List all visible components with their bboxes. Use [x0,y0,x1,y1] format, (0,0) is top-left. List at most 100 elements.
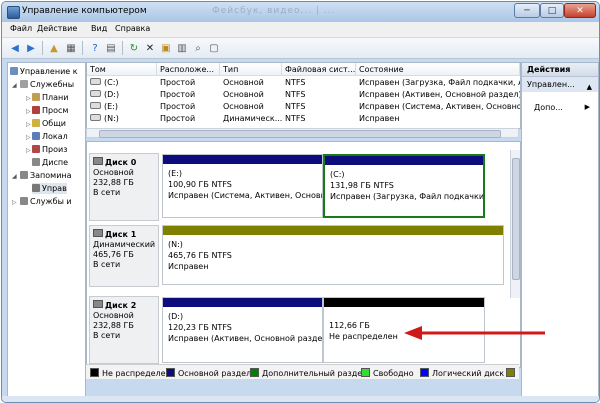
tree-item-storage[interactable]: Запомина [20,170,72,181]
partition-bar [324,298,484,307]
legend-item: Дополнительный раздел [250,368,367,378]
scrollbar-thumb[interactable] [99,130,501,138]
expand-icon[interactable]: ▷ [26,95,31,102]
drive-icon [90,114,101,121]
help-icon[interactable]: ? [88,41,102,55]
column-header-layout[interactable]: Расположе... [157,63,220,76]
partition-n[interactable]: (N:) 465,76 ГБ NTFS Исправен [162,225,504,285]
disk-0-label[interactable]: Диск 0 Основной 232,88 ГБ В сети [89,153,159,221]
computer-management-icon [7,6,20,19]
performance-icon [32,145,40,153]
properties-icon[interactable]: ▥ [175,41,189,55]
title-bar[interactable]: Управление компьютером Фейсбук, видео...… [2,2,599,22]
tree-item-system-tools[interactable]: Служебны [20,79,74,90]
clock-icon [32,93,40,101]
device-manager-icon [32,158,40,166]
maximize-button[interactable]: □ [540,3,564,18]
partition-e[interactable]: (E:) 100,90 ГБ NTFS Исправен (Система, А… [162,154,323,218]
partition-bar [325,156,483,165]
submenu-arrow-icon[interactable]: ▶ [585,103,590,111]
legend-item: Логический диск [420,368,504,378]
disk-icon [93,300,103,308]
tree-item-device-manager[interactable]: Диспе [32,157,68,168]
disk-1-label[interactable]: Диск 1 Динамический 465,76 ГБ В сети [89,225,159,287]
disk-icon [93,229,103,237]
folder-icon [32,119,40,127]
menu-help[interactable]: Справка [115,24,150,33]
disk-management-icon [32,184,40,192]
expand-icon[interactable]: ▷ [12,199,17,206]
column-header-volume[interactable]: Том [87,63,157,76]
column-header-type[interactable]: Тип [220,63,282,76]
partition-d[interactable]: (D:) 120,23 ГБ NTFS Исправен (Активен, О… [162,297,323,363]
new-window-icon[interactable]: ▢ [207,41,221,55]
storage-icon [20,171,28,179]
export-icon[interactable]: ▣ [159,41,173,55]
column-header-status[interactable]: Состояние [356,63,520,76]
collapse-icon[interactable]: ◢ [12,173,17,180]
users-icon [32,132,40,140]
folder-up-icon[interactable]: ▲ [47,41,61,55]
background-window-title: Фейсбук, видео... | ... [212,6,336,16]
tree-item-event-viewer[interactable]: Просм [32,105,68,116]
console-tree-icon[interactable]: ▦ [64,41,78,55]
tree-item-disk-management[interactable]: Управ [32,183,67,194]
status-bar [2,396,599,402]
tree-item-shared-folders[interactable]: Общи [32,118,66,129]
menu-file[interactable]: Файл [10,24,32,33]
partition-bar [163,155,322,164]
legend-item: Свободно [361,368,414,378]
vertical-scrollbar[interactable] [510,150,520,298]
view-icon[interactable]: ▤ [104,41,118,55]
partition-bar [163,298,322,307]
volume-list: Том Расположе... Тип Файловая сист... Со… [86,62,521,129]
expand-icon[interactable]: ▷ [26,134,31,141]
tree-item-local-users[interactable]: Локал [32,131,68,142]
menu-action[interactable]: Действие [37,24,77,33]
delete-icon[interactable]: ✕ [143,41,157,55]
menu-bar: Файл Действие Вид Справка [2,22,599,38]
minimize-button[interactable]: ─ [514,3,540,18]
partition-c-selected[interactable]: (C:) 131,98 ГБ NTFS Исправен (Загрузка, … [323,154,485,218]
actions-disk-management[interactable]: Управлен... ▲ [522,77,598,92]
toolbar: ◀ ▶ ▲ ▦ ? ▤ ↻ ✕ ▣ ▥ ⌕ ▢ [2,38,599,59]
drive-icon [90,102,101,109]
collapse-arrow-icon[interactable]: ▲ [587,80,592,95]
refresh-icon[interactable]: ↻ [127,41,141,55]
disk-icon [93,157,103,165]
column-header-filesystem[interactable]: Файловая сист... [282,63,356,76]
expand-icon[interactable]: ▷ [26,108,31,115]
legend-item [506,368,518,378]
partition-bar [163,226,503,235]
console-tree: Управление к ◢ Служебны ▷ Плани ▷ Просм … [7,62,86,402]
forward-arrow-icon[interactable]: ▶ [24,41,38,55]
actions-more[interactable]: Допо... [534,103,563,112]
services-icon [20,197,28,205]
actions-pane: Действия Управлен... ▲ Допо... ▶ [521,62,599,402]
scrollbar-thumb[interactable] [512,158,520,280]
event-icon [32,106,40,114]
tools-icon [20,80,28,88]
annotation-arrow-icon [404,326,545,340]
actions-header: Действия [522,63,598,77]
drive-icon [90,78,101,85]
back-arrow-icon[interactable]: ◀ [8,41,22,55]
menu-view[interactable]: Вид [91,24,107,33]
legend-item: Основной раздел [166,368,251,378]
tree-item-scheduler[interactable]: Плани [32,92,68,103]
disk-2-label[interactable]: Диск 2 Основной 232,88 ГБ В сети [89,296,159,364]
window-title: Управление компьютером [22,6,147,16]
expand-icon[interactable]: ▷ [26,147,31,154]
expand-icon[interactable]: ▷ [26,121,31,128]
color-legend: Не распределен Основной раздел Дополните… [86,364,519,379]
collapse-icon[interactable]: ◢ [12,82,17,89]
horizontal-scrollbar[interactable] [86,128,519,138]
close-button[interactable]: ✕ [564,3,596,18]
zoom-icon[interactable]: ⌕ [191,41,205,55]
application-window: Управление компьютером Фейсбук, видео...… [1,1,600,403]
tree-root[interactable]: Управление к [10,66,78,77]
tree-item-services[interactable]: Службы и [20,196,72,207]
legend-item: Не распределен [90,368,171,378]
drive-icon [90,90,101,97]
tree-item-performance[interactable]: Произ [32,144,67,155]
